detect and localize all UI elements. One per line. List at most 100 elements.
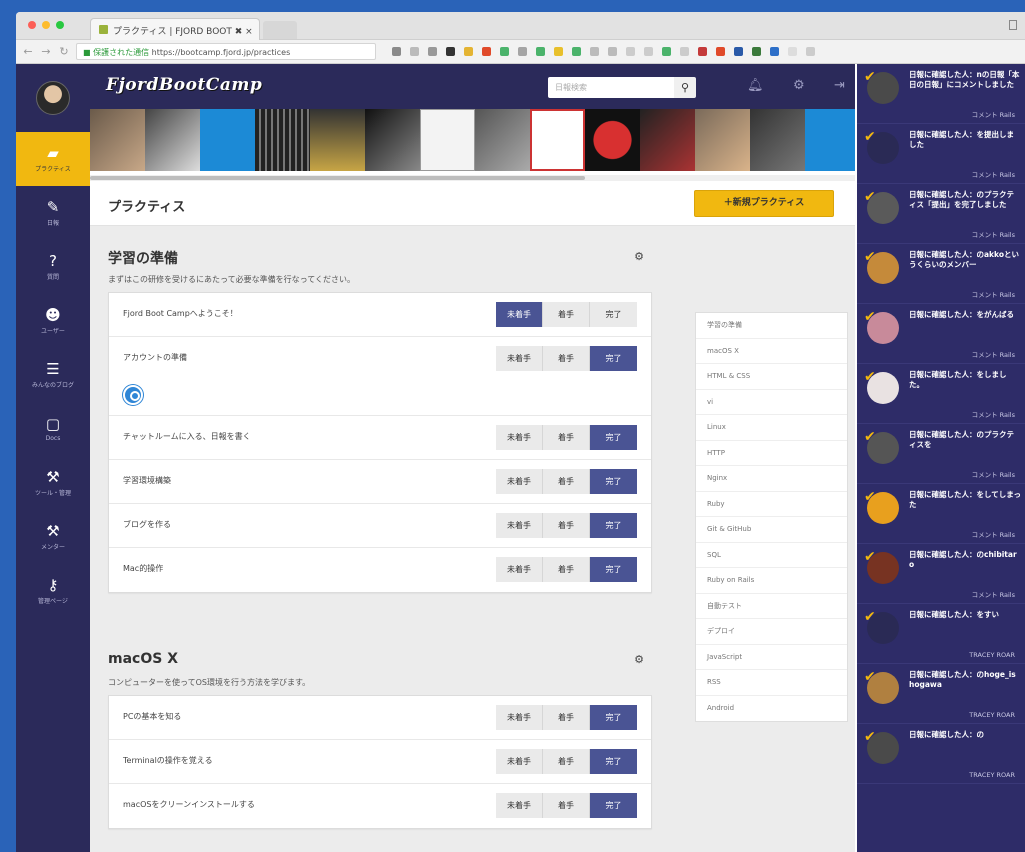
- practice-link[interactable]: チャットルームに入る、日報を書く: [123, 431, 251, 442]
- feed-item[interactable]: ✔ 日報に確認した人：をしてしまった コメント Rails: [857, 484, 1025, 544]
- side-menu-item[interactable]: RSS: [696, 670, 847, 696]
- nav-item-docs[interactable]: ▢ Docs: [16, 402, 90, 456]
- site-logo[interactable]: FjordBootCamp: [106, 75, 262, 95]
- avatar[interactable]: [585, 109, 640, 171]
- status-complete-button[interactable]: 完了: [590, 469, 637, 494]
- status-started-button[interactable]: 着手: [543, 425, 590, 450]
- minimize-window-button[interactable]: [42, 21, 50, 29]
- extension-icon[interactable]: [554, 47, 563, 56]
- extension-icon[interactable]: [752, 47, 761, 56]
- search-input[interactable]: 日報検索: [548, 77, 674, 98]
- url-field[interactable]: ■ 保護された通信 https://bootcamp.fjord.jp/prac…: [76, 43, 376, 60]
- side-menu-item[interactable]: デプロイ: [696, 619, 847, 645]
- star-icon[interactable]: [410, 47, 419, 56]
- avatar[interactable]: [750, 109, 805, 171]
- practice-link[interactable]: ブログを作る: [123, 519, 171, 530]
- status-complete-button[interactable]: 完了: [590, 557, 637, 582]
- user-profile-icon[interactable]: [1009, 20, 1017, 30]
- status-unstarted-button[interactable]: 未着手: [496, 749, 543, 774]
- scrollbar-thumb[interactable]: [90, 176, 585, 180]
- gear-icon[interactable]: ⚙: [634, 250, 644, 263]
- extension-icon[interactable]: [662, 47, 671, 56]
- extension-icon[interactable]: [626, 47, 635, 56]
- status-unstarted-button[interactable]: 未着手: [496, 557, 543, 582]
- nav-item-reports[interactable]: ✎ 日報: [16, 186, 90, 240]
- avatar[interactable]: [310, 109, 365, 171]
- side-menu-item[interactable]: Nginx: [696, 466, 847, 492]
- status-started-button[interactable]: 着手: [543, 705, 590, 730]
- extension-icon[interactable]: [500, 47, 509, 56]
- search-icon[interactable]: ⚲: [674, 77, 696, 98]
- feed-item[interactable]: ✔ 日報に確認した人：nの日報「本日の日報」にコメントしました コメント Rails: [857, 64, 1025, 124]
- current-user-avatar[interactable]: [16, 64, 90, 132]
- extension-icon[interactable]: [608, 47, 617, 56]
- extension-icon[interactable]: [482, 47, 491, 56]
- extension-icon[interactable]: [464, 47, 473, 56]
- status-complete-button[interactable]: 完了: [590, 513, 637, 538]
- avatar[interactable]: [475, 109, 530, 171]
- status-unstarted-button[interactable]: 未着手: [496, 705, 543, 730]
- extension-icon[interactable]: [788, 47, 797, 56]
- reload-icon[interactable]: ↻: [58, 45, 70, 58]
- practice-link[interactable]: 学習環境構築: [123, 475, 171, 486]
- nav-item-everyones-blog[interactable]: ☰ みんなのブログ: [16, 348, 90, 402]
- side-menu-item[interactable]: Linux: [696, 415, 847, 441]
- status-unstarted-button[interactable]: 未着手: [496, 513, 543, 538]
- status-complete-button[interactable]: 完了: [590, 793, 637, 818]
- status-complete-button[interactable]: 完了: [590, 425, 637, 450]
- nav-item-mentor[interactable]: ⚒ メンター: [16, 510, 90, 564]
- feed-item[interactable]: ✔ 日報に確認した人：の TRACEY ROAR: [857, 724, 1025, 784]
- status-unstarted-button[interactable]: 未着手: [496, 793, 543, 818]
- status-started-button[interactable]: 着手: [543, 302, 590, 327]
- feed-item[interactable]: ✔ 日報に確認した人：をすい TRACEY ROAR: [857, 604, 1025, 664]
- feed-item[interactable]: ✔ 日報に確認した人：のchibitaro コメント Rails: [857, 544, 1025, 604]
- extension-icon[interactable]: [446, 47, 455, 56]
- menu-icon[interactable]: [806, 47, 815, 56]
- side-menu-item[interactable]: 自動テスト: [696, 594, 847, 619]
- feed-item[interactable]: ✔ 日報に確認した人：のakkoというくらいのメンバー コメント Rails: [857, 244, 1025, 304]
- status-complete-button[interactable]: 完了: [590, 705, 637, 730]
- extension-icon[interactable]: [572, 47, 581, 56]
- extension-icon[interactable]: [770, 47, 779, 56]
- side-menu-item[interactable]: Ruby: [696, 492, 847, 517]
- avatar[interactable]: [640, 109, 695, 171]
- extension-icon[interactable]: [698, 47, 707, 56]
- nav-item-practices[interactable]: ▰ プラクティス: [16, 132, 90, 186]
- practice-link[interactable]: PCの基本を知る: [123, 711, 181, 722]
- side-menu-item[interactable]: Android: [696, 696, 847, 722]
- bell-icon[interactable]: 🔔︎: [747, 78, 764, 93]
- new-tab-button[interactable]: [263, 21, 297, 39]
- extension-icon[interactable]: [716, 47, 725, 56]
- avatar[interactable]: [90, 109, 145, 171]
- side-menu-item[interactable]: HTTP: [696, 441, 847, 466]
- gear-icon[interactable]: ⚙: [634, 653, 644, 666]
- nav-item-questions[interactable]: ? 質問: [16, 240, 90, 294]
- feed-item[interactable]: ✔ 日報に確認した人：のプラクティスを コメント Rails: [857, 424, 1025, 484]
- extension-icon[interactable]: [518, 47, 527, 56]
- feed-item[interactable]: ✔ 日報に確認した人：のhoge_ishogawa TRACEY ROAR: [857, 664, 1025, 724]
- status-unstarted-button[interactable]: 未着手: [496, 302, 543, 327]
- bookmark-icon[interactable]: [392, 47, 401, 56]
- status-complete-button[interactable]: 完了: [590, 302, 637, 327]
- practice-link[interactable]: Fjord Boot Campへようこそ！: [123, 308, 238, 319]
- practice-link[interactable]: アカウントの準備: [123, 352, 187, 363]
- forward-icon[interactable]: →: [40, 45, 52, 58]
- status-started-button[interactable]: 着手: [543, 346, 590, 371]
- feed-item[interactable]: ✔ 日報に確認した人：をしました。 コメント Rails: [857, 364, 1025, 424]
- logout-icon[interactable]: ⇥: [834, 78, 845, 93]
- extension-icon[interactable]: [590, 47, 599, 56]
- status-started-button[interactable]: 着手: [543, 469, 590, 494]
- gear-icon[interactable]: ⚙: [793, 78, 805, 93]
- status-unstarted-button[interactable]: 未着手: [496, 469, 543, 494]
- avatar[interactable]: [805, 109, 855, 171]
- extension-icon[interactable]: [428, 47, 437, 56]
- extension-icon[interactable]: [680, 47, 689, 56]
- avatar[interactable]: [695, 109, 750, 171]
- side-menu-item[interactable]: SQL: [696, 543, 847, 568]
- status-started-button[interactable]: 着手: [543, 513, 590, 538]
- zoom-window-button[interactable]: [56, 21, 64, 29]
- feed-item[interactable]: ✔ 日報に確認した人：をがんばる コメント Rails: [857, 304, 1025, 364]
- status-complete-button[interactable]: 完了: [590, 346, 637, 371]
- nav-item-users[interactable]: ☻ ユーザー: [16, 294, 90, 348]
- feed-item[interactable]: ✔ 日報に確認した人：を提出しました コメント Rails: [857, 124, 1025, 184]
